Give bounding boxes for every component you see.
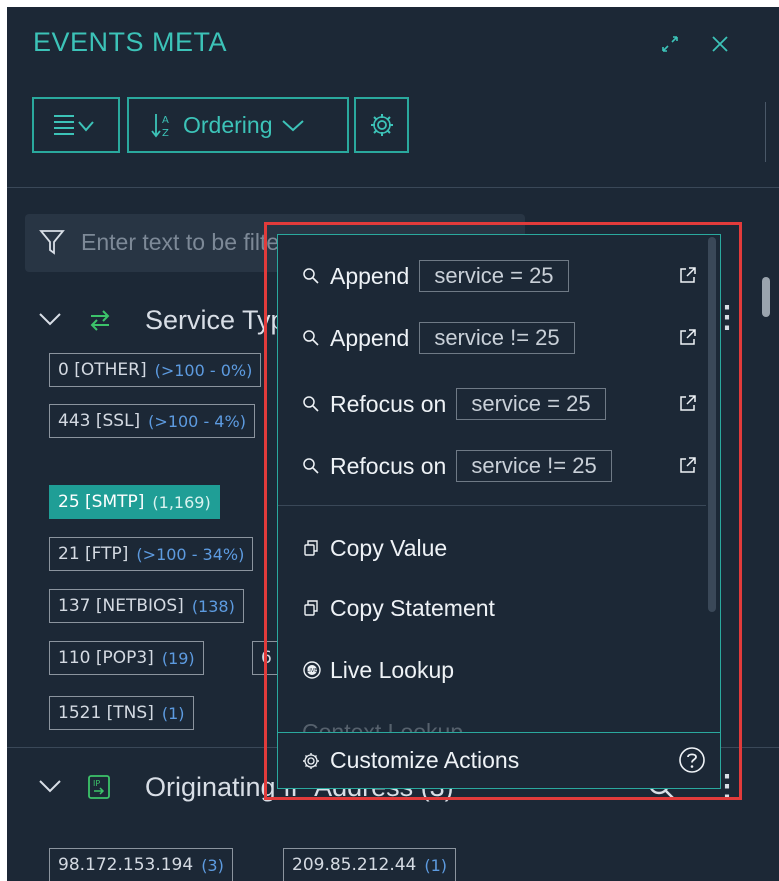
svg-text:Z: Z [162,128,169,139]
ip-value-chip[interactable]: 209.85.212.44 (1) [283,848,457,881]
menu-item-refocus-not-equals[interactable]: Refocus on service != 25 [278,441,706,491]
menu-item-live-lookup[interactable]: LIVE Live Lookup [278,645,706,695]
menu-action-label: Refocus on [330,452,447,479]
live-badge-icon: LIVE [302,660,330,680]
service-value-chip[interactable]: 21 [FTP] (>100 - 34%) [49,537,254,571]
chip-count: (1,169) [152,492,211,512]
menu-action-label: Refocus on [330,390,447,417]
chip-count: (>100 - 4%) [148,411,246,431]
service-value-chip-selected[interactable]: 25 [SMTP] (1,169) [49,485,220,519]
menu-action-label: Append [330,324,410,351]
service-value-chip[interactable]: 443 [SSL] (>100 - 4%) [49,404,255,438]
sort-icon: A Z [151,114,169,139]
query-pill: service = 25 [419,260,569,292]
menu-label: Copy Statement [330,594,495,621]
svg-text:LIVE: LIVE [307,668,318,674]
context-actions-menu: Append service = 25 Append service != 25… [277,234,721,789]
chip-label: 1521 [TNS] [58,703,154,723]
chip-label: 6 [261,648,272,668]
external-link-icon[interactable] [678,393,698,413]
chip-label: 137 [NETBIOS] [58,596,184,616]
chip-label: 209.85.212.44 [292,855,417,875]
chevron-down-icon [282,120,305,132]
chip-count: (138) [191,596,235,616]
expand-icon[interactable] [659,33,681,59]
help-icon[interactable] [678,746,706,774]
chip-count: (1) [161,703,185,723]
chip-count: (3) [201,855,224,875]
external-link-icon[interactable] [678,327,698,347]
copy-icon [302,539,330,557]
gear-icon [302,752,330,770]
filter-icon [39,230,65,255]
external-link-icon[interactable] [678,455,698,475]
chip-label: 98.172.153.194 [58,855,194,875]
chip-count: (>100 - 0%) [154,360,253,380]
vertical-divider [765,102,766,162]
menu-item-copy-statement[interactable]: Copy Statement [278,583,706,633]
close-icon[interactable] [709,33,731,59]
menu-item-append-equals[interactable]: Append service = 25 [278,251,706,301]
menu-action-label: Append [330,262,410,289]
service-value-chip[interactable]: 1521 [TNS] (1) [49,696,194,730]
chip-count: (1) [424,855,448,875]
search-icon [302,457,330,475]
search-icon [302,395,330,413]
ordering-button[interactable]: A Z Ordering [127,97,349,153]
menu-scrollbar[interactable] [708,237,716,612]
gear-icon [370,114,393,136]
chip-label: 110 [POP3] [58,648,154,668]
ip-value-chip[interactable]: 98.172.153.194 (3) [49,848,233,881]
svg-text:A: A [162,115,169,126]
list-view-icon [54,115,94,135]
menu-divider [278,505,706,506]
chip-label: 21 [FTP] [58,544,129,564]
toolbar-divider [7,187,779,188]
query-pill: service != 25 [456,450,612,482]
search-icon [302,267,330,285]
service-value-chip[interactable]: 0 [OTHER] (>100 - 0%) [49,353,262,387]
panel-title: EVENTS META [33,27,228,57]
chip-label: 443 [SSL] [58,411,141,431]
menu-item-append-not-equals[interactable]: Append service != 25 [278,313,706,363]
service-value-chip[interactable]: 110 [POP3] (19) [49,641,204,675]
menu-label: Live Lookup [330,656,455,683]
chevron-down-icon[interactable] [37,309,63,329]
copy-icon [302,599,330,617]
chip-label: 25 [SMTP] [58,492,145,512]
chip-count: (>100 - 34%) [136,544,245,564]
panel-scrollbar[interactable] [762,277,770,317]
chevron-down-icon[interactable] [37,776,63,796]
query-pill: service = 25 [456,388,606,420]
ip-address-icon: IP [88,775,110,799]
customize-label: Customize Actions [330,747,520,773]
search-icon [302,329,330,347]
service-swap-icon [90,310,110,331]
chip-label: 0 [OTHER] [58,360,147,380]
menu-item-copy-value[interactable]: Copy Value [278,523,706,573]
menu-label: Copy Value [330,534,448,561]
customize-actions-row[interactable]: Customize Actions [278,732,720,788]
chip-count: (19) [161,648,195,668]
filter-input[interactable] [81,224,281,260]
view-mode-button[interactable] [32,97,120,153]
service-value-chip[interactable]: 137 [NETBIOS] (138) [49,589,244,623]
ordering-label: Ordering [183,111,273,138]
external-link-icon[interactable] [678,265,698,285]
svg-text:IP: IP [93,779,100,788]
menu-item-refocus-equals[interactable]: Refocus on service = 25 [278,379,706,429]
query-pill: service != 25 [419,322,575,354]
settings-button[interactable] [354,97,409,153]
